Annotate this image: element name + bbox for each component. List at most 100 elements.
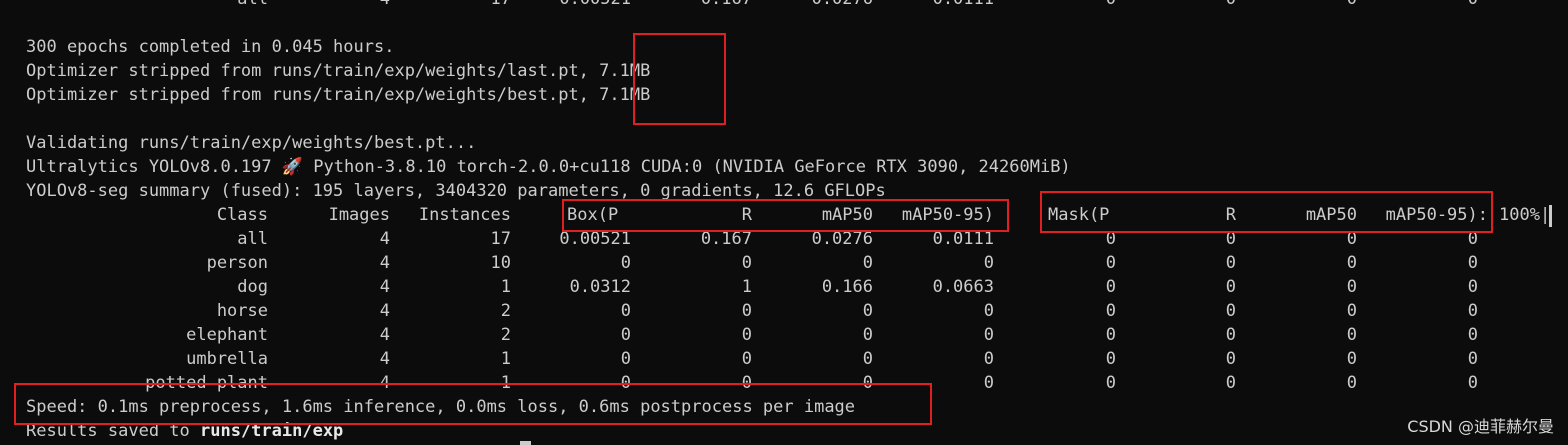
rocket-icon: 🚀 xyxy=(281,157,304,177)
metric-cell: 0 xyxy=(983,253,994,273)
results-path: runs/train/exp xyxy=(200,421,344,441)
metric-cell: 0 xyxy=(1346,229,1357,249)
col-box-p: Box(P xyxy=(567,205,619,225)
class-name-cell: umbrella xyxy=(186,349,268,369)
terminal-window[interactable]: all 4 17 0.00521 0.167 0.0276 0.0111 0 0 0 0 300 e… xyxy=(0,0,1568,445)
metric-cell: 4 xyxy=(379,325,390,345)
csdn-watermark: CSDN @迪菲赫尔曼 xyxy=(1407,417,1554,436)
progress-label: 100%| xyxy=(1499,205,1551,225)
metric-cell: 0 xyxy=(862,373,873,393)
metric-cell: 0 xyxy=(620,349,631,369)
col-box-map50-95: mAP50-95) xyxy=(901,205,994,225)
metric-cell: 0 xyxy=(983,301,994,321)
metric-cell: 0 xyxy=(741,373,752,393)
metric-cell: 0 xyxy=(1225,253,1236,273)
metric-cell: 0 xyxy=(1346,253,1357,273)
metric-cell: 0 xyxy=(1468,0,1478,11)
metric-cell: 0 xyxy=(620,373,631,393)
col-mask-p: Mask(P xyxy=(1048,205,1110,225)
metric-cell: 0 xyxy=(983,349,994,369)
metric-cell: 0 xyxy=(983,325,994,345)
metric-cell: 1 xyxy=(500,373,511,393)
metric-cell: 0.0663 xyxy=(932,277,994,297)
metric-cell: 0 xyxy=(1105,325,1116,345)
metric-cell: 0.0276 xyxy=(812,0,873,11)
validating-line: Validating runs/train/exp/weights/best.p… xyxy=(26,133,477,153)
col-box-r: R xyxy=(741,205,752,225)
metric-cell: 0 xyxy=(862,301,873,321)
results-line: Results saved to runs/train/exp xyxy=(26,419,343,443)
metric-cell: 0 xyxy=(1225,349,1236,369)
metric-cell: 4 xyxy=(379,229,390,249)
metric-cell: 0.167 xyxy=(700,229,752,249)
metric-cell: 0.0312 xyxy=(569,277,631,297)
metric-cell: 0 xyxy=(620,253,631,273)
class-name-cell: all xyxy=(237,0,268,11)
metric-cell: 0 xyxy=(1467,253,1478,273)
ultralytics-suffix: Python-3.8.10 torch-2.0.0+cu118 CUDA:0 (… xyxy=(303,157,1071,177)
metric-cell: 0 xyxy=(1105,301,1116,321)
metric-cell: 0 xyxy=(620,301,631,321)
metric-cell: 0 xyxy=(620,325,631,345)
metric-cell: 0 xyxy=(1106,0,1116,11)
optimizer-last-line: Optimizer stripped from runs/train/exp/w… xyxy=(26,61,651,81)
metric-cell: 2 xyxy=(500,301,511,321)
metric-cell: 0 xyxy=(1467,349,1478,369)
metric-cell: 4 xyxy=(379,277,390,297)
class-name-cell: elephant xyxy=(186,325,268,345)
metric-cell: 0 xyxy=(1225,277,1236,297)
metric-cell: 0 xyxy=(862,325,873,345)
metric-cell: 0 xyxy=(1226,0,1236,11)
col-images: Images xyxy=(328,205,390,225)
metric-cell: 1 xyxy=(500,277,511,297)
metric-cell: 0.00521 xyxy=(559,0,631,11)
metric-cell: 0 xyxy=(1346,373,1357,393)
metric-cell: 4 xyxy=(379,349,390,369)
metric-cell: 1 xyxy=(500,349,511,369)
col-mask-map50-95: mAP50-95): xyxy=(1385,205,1488,225)
metric-cell: 0 xyxy=(1467,325,1478,345)
metric-cell: 0.0111 xyxy=(932,229,994,249)
metric-cell: 0 xyxy=(1467,277,1478,297)
class-name-cell: potted plant xyxy=(145,373,268,393)
speed-line: Speed: 0.1ms preprocess, 1.6ms inference… xyxy=(26,397,856,417)
metric-cell: 0 xyxy=(983,373,994,393)
metric-cell: 1 xyxy=(741,277,752,297)
class-name-cell: dog xyxy=(237,277,268,297)
metric-cell: 0 xyxy=(1346,301,1357,321)
metric-cell: 0 xyxy=(741,325,752,345)
col-mask-r: R xyxy=(1225,205,1236,225)
col-instances: Instances xyxy=(418,205,511,225)
metric-cell: 0.166 xyxy=(821,277,873,297)
metric-cell: 0.0276 xyxy=(811,229,873,249)
metric-cell: 0 xyxy=(1346,277,1357,297)
metric-cell: 0 xyxy=(862,349,873,369)
metric-cell: 0 xyxy=(1105,373,1116,393)
progress-bar-edge xyxy=(1549,205,1552,227)
metric-cell: 0 xyxy=(741,253,752,273)
metric-cell: 0 xyxy=(741,301,752,321)
metric-cell: 2 xyxy=(500,325,511,345)
metric-cell: 0 xyxy=(1346,325,1357,345)
col-mask-map50: mAP50 xyxy=(1305,205,1357,225)
metric-cell: 0 xyxy=(1225,229,1236,249)
metric-cell: 0 xyxy=(741,349,752,369)
metric-cell: 0 xyxy=(1225,325,1236,345)
metric-cell: 0 xyxy=(1105,229,1116,249)
metric-cell: 0 xyxy=(1105,253,1116,273)
metric-cell: 0 xyxy=(1467,301,1478,321)
class-name-cell: horse xyxy=(216,301,268,321)
metric-cell: 4 xyxy=(379,373,390,393)
metric-cell: 0.0111 xyxy=(933,0,994,11)
class-name-cell: person xyxy=(206,253,268,273)
metric-cell: 4 xyxy=(380,0,390,11)
results-prefix: Results saved to xyxy=(26,421,200,441)
metric-cell: 17 xyxy=(490,229,511,249)
metric-cell: 10 xyxy=(490,253,511,273)
col-class: Class xyxy=(216,205,268,225)
optimizer-best-line: Optimizer stripped from runs/train/exp/w… xyxy=(26,85,651,105)
metric-cell: 0 xyxy=(1346,349,1357,369)
class-name-cell: all xyxy=(237,229,268,249)
text-cursor xyxy=(520,441,531,445)
metric-cell: 0 xyxy=(1105,349,1116,369)
